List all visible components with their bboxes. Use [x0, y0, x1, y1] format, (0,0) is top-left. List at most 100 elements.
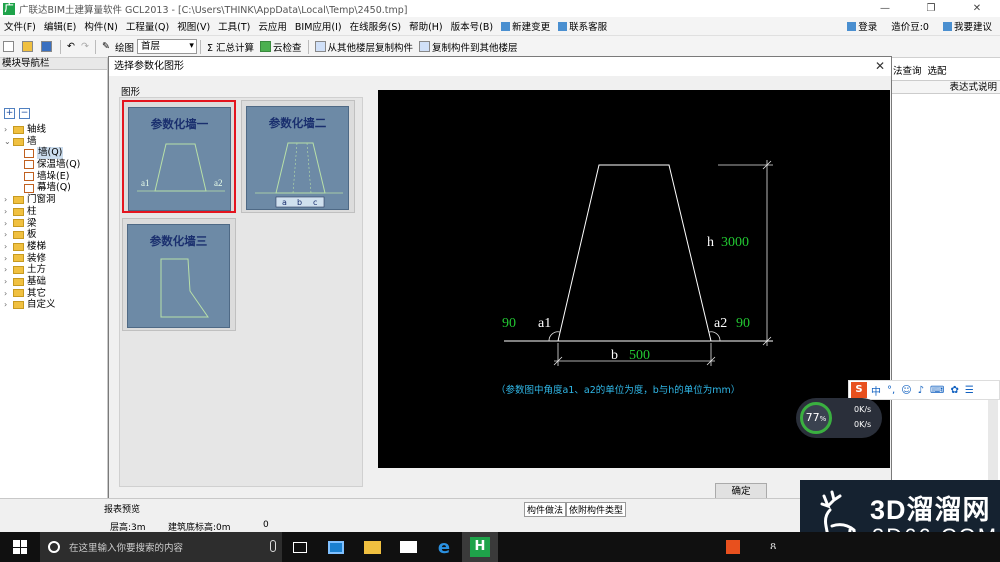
collapse-all-icon[interactable]: − [19, 108, 30, 119]
menu-file[interactable]: 文件(F) [0, 19, 40, 33]
dialog-close-icon[interactable]: ✕ [875, 57, 885, 76]
undo-icon[interactable]: ↶ [64, 41, 78, 52]
method-query-button[interactable]: 法查询 [893, 63, 922, 77]
ime-keyboard-icon[interactable]: ⌨ [930, 385, 944, 396]
menu-new-change[interactable]: 新建变更 [497, 19, 554, 33]
tree-node-curtain-wall[interactable]: 幕墙(Q) [4, 182, 80, 194]
search-placeholder: 在这里输入你要搜索的内容 [69, 543, 184, 554]
suggest-button[interactable]: 我要建议 [939, 19, 996, 33]
ime-voice-icon[interactable]: ♪ [918, 385, 924, 396]
ime-mode[interactable]: 中 [871, 383, 881, 398]
select-match-button[interactable]: 选配 [928, 63, 947, 77]
sogou-tray-icon[interactable] [726, 540, 740, 554]
toolbar: ↶ ↷ ✎绘图 首层 Σ 汇总计算 云检查 从其他楼层复制构件 复制构件到其他楼… [0, 36, 1000, 58]
menu-component[interactable]: 构件(N) [80, 19, 122, 33]
tree-node-stairs[interactable]: › 楼梯 [4, 241, 80, 253]
new-file-icon[interactable] [0, 41, 19, 52]
menu-bim[interactable]: BIM应用(I) [291, 19, 346, 33]
tab-attached-type[interactable]: 依附构件类型 [566, 502, 627, 517]
start-button[interactable] [0, 532, 40, 562]
network-speed-widget: 77% 0K/s 0K/s [796, 398, 882, 438]
window-title: 广联达BIM土建算量软件 GCL2013 - [C:\Users\THINK\A… [19, 4, 408, 16]
thumb-param-wall-3[interactable]: 参数化墙三 [122, 218, 236, 331]
sum-calc-button[interactable]: Σ 汇总计算 [204, 40, 257, 54]
menu-tools[interactable]: 工具(T) [214, 19, 254, 33]
copy-to-floor-button[interactable]: 复制构件到其他楼层 [416, 40, 521, 54]
shape-group-label: 图形 [121, 87, 141, 98]
windows-logo-icon [13, 540, 27, 554]
tree-node-wall-pier[interactable]: 墙垛(E) [4, 171, 80, 183]
edge-browser-icon[interactable]: e [426, 532, 462, 562]
open-file-icon[interactable] [19, 41, 38, 52]
thumb-b-label: b [297, 198, 302, 207]
microphone-icon[interactable] [270, 540, 276, 552]
preview-a2-label: a2 [714, 316, 727, 331]
menu-view[interactable]: 视图(V) [173, 19, 214, 33]
login-button[interactable]: 登录 [843, 19, 881, 33]
tree-node-earthwork[interactable]: › 土方 [4, 264, 80, 276]
tree-node-foundation[interactable]: › 基础 [4, 276, 80, 288]
preview-a1-value: 90 [502, 316, 516, 331]
cost-beans: 造价豆:0 [891, 22, 929, 33]
menu-online[interactable]: 在线服务(S) [346, 19, 405, 33]
tree-node-other[interactable]: › 其它 [4, 288, 80, 300]
menu-cloud[interactable]: 云应用 [254, 19, 291, 33]
floor-select[interactable]: 首层 [136, 39, 197, 54]
wall-2-shape-icon: a b c [255, 142, 343, 208]
download-speed: 0K/s [854, 420, 872, 429]
taskbar: 在这里输入你要搜索的内容 e H ጸ [0, 532, 1000, 562]
menu-version[interactable]: 版本号(B) [447, 19, 497, 33]
cortana-icon [48, 541, 60, 553]
thumb-param-wall-1[interactable]: 参数化墙一 a1 a2 [122, 100, 236, 213]
ime-menu-icon[interactable]: ☰ [965, 385, 974, 396]
tree-node-column[interactable]: › 柱 [4, 206, 80, 218]
module-nav-panel: 模块导航栏 + − › 轴线 ⌄ 墙 墙(Q) 保温墙(Q) 墙垛(E) 幕墙(Q)… [0, 58, 108, 498]
thumb-a1-label: a1 [141, 178, 150, 188]
menu-help[interactable]: 帮助(H) [405, 19, 447, 33]
preview-h-label: h [707, 235, 714, 250]
file-explorer-icon[interactable] [354, 532, 390, 562]
ime-punct-icon[interactable]: °, [887, 385, 895, 396]
ime-skin-icon[interactable]: ✿ [950, 385, 958, 396]
tree-node-custom[interactable]: › 自定义 [4, 299, 80, 311]
tree-node-wall-q[interactable]: 墙(Q) [4, 147, 80, 160]
ime-emoji-icon[interactable]: ☺ [901, 385, 911, 396]
shape-thumbnail-list: 参数化墙一 a1 a2 参数化墙二 a b c 参数化墙三 [119, 97, 363, 487]
menu-bar: 文件(F) 编辑(E) 构件(N) 工程量(Q) 视图(V) 工具(T) 云应用… [0, 17, 1000, 36]
component-tree: › 轴线 ⌄ 墙 墙(Q) 保温墙(Q) 墙垛(E) 幕墙(Q) › 门窗洞 › 柱 ›… [4, 124, 80, 311]
save-icon[interactable] [38, 41, 57, 52]
tree-node-wall[interactable]: ⌄ 墙 [4, 136, 80, 148]
taskbar-search-box[interactable]: 在这里输入你要搜索的内容 [40, 532, 282, 562]
report-preview-tab[interactable]: 报表预览 [104, 502, 140, 515]
tab-component-method[interactable]: 构件做法 [524, 502, 567, 517]
window-app-icon[interactable] [318, 532, 354, 562]
preview-b-label: b [611, 348, 618, 363]
copy-from-floor-button[interactable]: 从其他楼层复制构件 [312, 40, 417, 54]
cloud-check-button[interactable]: 云检查 [257, 40, 305, 54]
task-view-icon[interactable] [282, 532, 318, 562]
close-window-button[interactable]: ✕ [954, 0, 1000, 17]
minimize-button[interactable]: — [862, 0, 908, 17]
menu-edit[interactable]: 编辑(E) [40, 19, 80, 33]
people-tray-icon[interactable]: ጸ [770, 539, 776, 553]
restore-button[interactable]: ❐ [908, 0, 954, 17]
expand-all-icon[interactable]: + [4, 108, 15, 119]
glodon-app-icon[interactable]: H [462, 532, 498, 562]
right-panel: 法查询 选配 表达式说明 [890, 58, 1000, 498]
tree-node-door-window[interactable]: › 门窗洞 [4, 194, 80, 206]
tree-node-decoration[interactable]: › 装修 [4, 253, 80, 265]
title-bar: 广 广联达BIM土建算量软件 GCL2013 - [C:\Users\THINK… [0, 0, 1000, 17]
preview-a2-value: 90 [736, 316, 750, 331]
mail-icon[interactable] [390, 532, 426, 562]
thumb-a2-label: a2 [214, 178, 223, 188]
tree-node-beam[interactable]: › 梁 [4, 218, 80, 230]
menu-quantity[interactable]: 工程量(Q) [122, 19, 173, 33]
tree-node-slab[interactable]: › 板 [4, 229, 80, 241]
redo-icon[interactable]: ↷ [78, 41, 92, 52]
module-nav-title: 模块导航栏 [0, 58, 107, 70]
thumb-param-wall-2[interactable]: 参数化墙二 a b c [241, 100, 355, 213]
menu-contact-support[interactable]: 联系客服 [554, 19, 611, 33]
tree-node-insulation-wall[interactable]: 保温墙(Q) [4, 159, 80, 171]
tree-node-axis[interactable]: › 轴线 [4, 124, 80, 136]
draw-button[interactable]: ✎ 绘图 [99, 40, 137, 54]
